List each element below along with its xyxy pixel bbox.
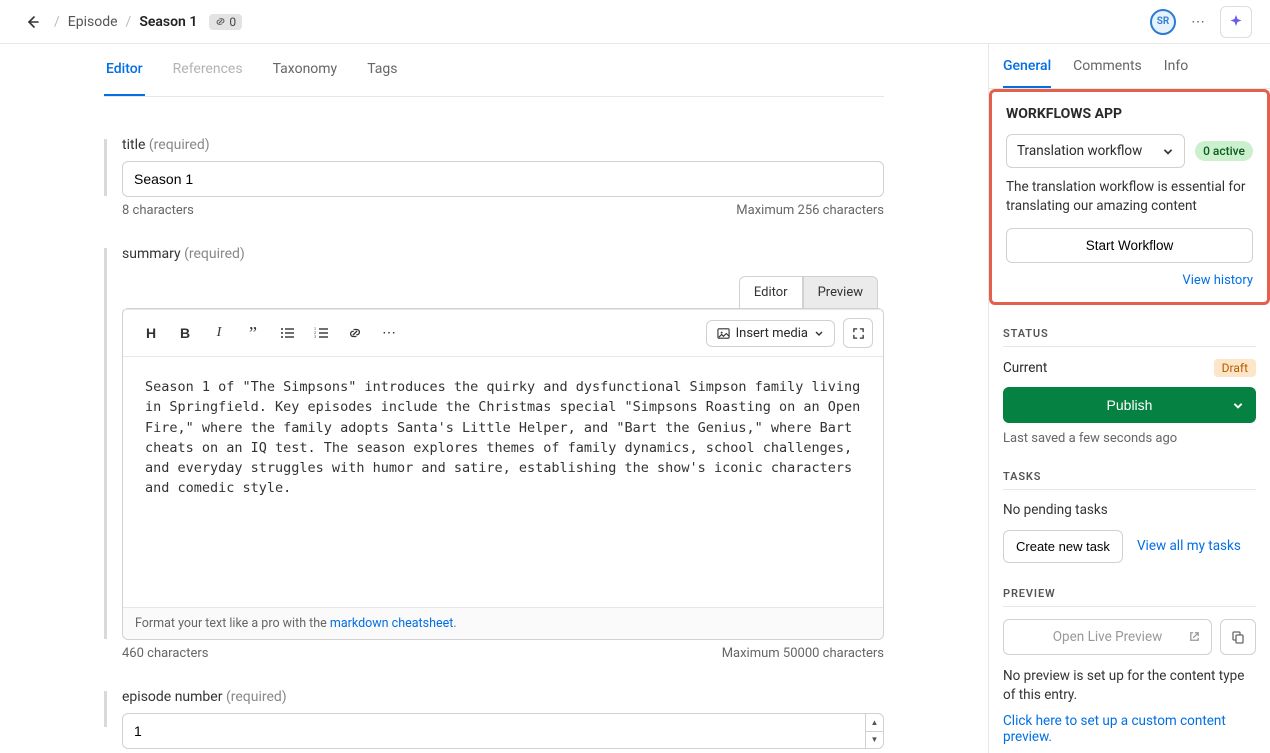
preview-actions: Open Live Preview — [1003, 619, 1256, 655]
sidebar-tab-comments[interactable]: Comments — [1073, 58, 1142, 88]
tab-taxonomy[interactable]: Taxonomy — [271, 44, 340, 96]
summary-editor-tabs: Editor Preview — [122, 270, 884, 308]
insert-media-button[interactable]: Insert media — [706, 320, 835, 347]
layout: Editor References Taxonomy Tags title (r… — [0, 44, 1270, 753]
summary-editor: H B I ” 123 — [122, 308, 884, 640]
svg-text:3: 3 — [314, 334, 316, 339]
status-heading: STATUS — [1003, 327, 1256, 347]
title-helper: 8 characters Maximum 256 characters — [122, 203, 884, 218]
setup-preview-link[interactable]: Click here to set up a custom content pr… — [1003, 713, 1226, 745]
preview-section: PREVIEW Open Live Preview No preview is … — [1003, 587, 1256, 745]
preview-heading: PREVIEW — [1003, 587, 1256, 607]
create-task-button[interactable]: Create new task — [1003, 530, 1123, 563]
step-down[interactable]: ▼ — [866, 732, 883, 749]
tasks-section: TASKS No pending tasks Create new task V… — [1003, 470, 1256, 563]
copy-preview-url-button[interactable] — [1220, 619, 1256, 655]
references-count: 0 — [229, 15, 236, 29]
crumb-sep: / — [126, 14, 132, 30]
workflow-select-row: Translation workflow 0 active — [1006, 134, 1253, 168]
topbar-left: / Episode / Season 1 0 — [18, 8, 242, 36]
external-link-icon — [1188, 630, 1201, 643]
title-max: Maximum 256 characters — [736, 203, 884, 218]
topbar-right: SR ⋯ — [1150, 6, 1252, 38]
more-format-icon[interactable]: ⋯ — [381, 325, 397, 341]
quote-icon[interactable]: ” — [245, 325, 261, 341]
sidebar: General Comments Info WORKFLOWS APP Tran… — [988, 44, 1270, 753]
workflow-history: View history — [1006, 273, 1253, 288]
references-badge[interactable]: 0 — [209, 14, 242, 30]
sidebar-tabs: General Comments Info — [989, 44, 1270, 89]
view-all-tasks-link[interactable]: View all my tasks — [1137, 538, 1241, 554]
chevron-down-icon — [1232, 399, 1244, 411]
summary-helper: 460 characters Maximum 50000 characters — [122, 646, 884, 661]
start-workflow-button[interactable]: Start Workflow — [1006, 228, 1253, 263]
heading-icon[interactable]: H — [143, 325, 159, 341]
field-summary: summary (required) Editor Preview H B I … — [104, 246, 884, 661]
tab-editor[interactable]: Editor — [104, 44, 145, 96]
workflows-app-section: WORKFLOWS APP Translation workflow 0 act… — [989, 89, 1270, 305]
summary-footer: Format your text like a pro with the mar… — [123, 607, 883, 639]
status-current-label: Current — [1003, 360, 1047, 376]
italic-icon[interactable]: I — [211, 325, 227, 341]
status-badge: Draft — [1214, 359, 1256, 377]
summary-char-count: 460 characters — [122, 646, 208, 661]
field-episode-number: episode number (required) ▲ ▼ — [104, 689, 884, 749]
ai-assist-button[interactable] — [1220, 6, 1252, 38]
chevron-down-icon — [1162, 145, 1174, 157]
status-row: Current Draft — [1003, 359, 1256, 377]
publish-button[interactable]: Publish — [1003, 387, 1256, 423]
markdown-cheatsheet-link[interactable]: markdown cheatsheet — [330, 616, 453, 631]
episode-label: episode number (required) — [122, 689, 884, 705]
topbar: / Episode / Season 1 0 SR ⋯ — [0, 0, 1270, 44]
list-ordered-icon[interactable]: 123 — [313, 325, 329, 341]
crumb-parent[interactable]: Episode — [68, 14, 118, 30]
status-section: STATUS Current Draft Publish Last saved … — [1003, 327, 1256, 446]
toolbar-right: Insert media — [706, 318, 873, 348]
crumb-sep: / — [54, 14, 60, 30]
summary-content[interactable]: Season 1 of "The Simpsons" introduces th… — [123, 357, 883, 607]
workflow-active-badge: 0 active — [1195, 141, 1253, 161]
main-panel: Editor References Taxonomy Tags title (r… — [0, 44, 988, 753]
sidebar-tab-info[interactable]: Info — [1164, 58, 1188, 88]
title-char-count: 8 characters — [122, 203, 194, 218]
preview-description: No preview is set up for the content typ… — [1003, 667, 1256, 705]
summary-toolbar: H B I ” 123 — [123, 309, 883, 357]
bold-icon[interactable]: B — [177, 325, 193, 341]
more-menu-button[interactable]: ⋯ — [1184, 8, 1212, 36]
episode-number-input[interactable] — [122, 713, 884, 749]
form-area: title (required) 8 characters Maximum 25… — [104, 97, 884, 753]
list-unordered-icon[interactable] — [279, 325, 295, 341]
crumb-title: Season 1 — [139, 14, 197, 30]
summary-label: summary (required) — [122, 246, 884, 262]
title-label: title (required) — [122, 137, 884, 153]
tasks-actions: Create new task View all my tasks — [1003, 530, 1256, 563]
summary-max: Maximum 50000 characters — [722, 646, 884, 661]
summary-tab-preview[interactable]: Preview — [803, 276, 878, 308]
toolbar-group-format: H B I ” 123 — [133, 325, 397, 341]
sidebar-body: WORKFLOWS APP Translation workflow 0 act… — [989, 89, 1270, 753]
tab-tags[interactable]: Tags — [365, 44, 399, 96]
workflow-select[interactable]: Translation workflow — [1006, 134, 1185, 168]
view-history-link[interactable]: View history — [1182, 273, 1253, 288]
tasks-pending-text: No pending tasks — [1003, 502, 1256, 518]
title-input[interactable] — [122, 161, 884, 197]
link-icon[interactable] — [347, 325, 363, 341]
last-saved-text: Last saved a few seconds ago — [1003, 431, 1256, 446]
copy-icon — [1231, 630, 1245, 644]
number-steppers: ▲ ▼ — [865, 714, 883, 748]
step-up[interactable]: ▲ — [866, 714, 883, 732]
workflows-heading: WORKFLOWS APP — [1006, 106, 1253, 122]
open-live-preview-button[interactable]: Open Live Preview — [1003, 619, 1212, 655]
user-avatar[interactable]: SR — [1150, 9, 1176, 35]
tasks-heading: TASKS — [1003, 470, 1256, 490]
main-tabs: Editor References Taxonomy Tags — [104, 44, 884, 97]
back-button[interactable] — [18, 8, 46, 36]
episode-input-wrap: ▲ ▼ — [122, 713, 884, 749]
sidebar-tab-general[interactable]: General — [1003, 58, 1051, 88]
tab-references[interactable]: References — [171, 44, 245, 96]
summary-tab-editor[interactable]: Editor — [739, 276, 803, 308]
workflow-description: The translation workflow is essential fo… — [1006, 178, 1253, 216]
expand-editor-button[interactable] — [843, 318, 873, 348]
field-title: title (required) 8 characters Maximum 25… — [104, 137, 884, 218]
